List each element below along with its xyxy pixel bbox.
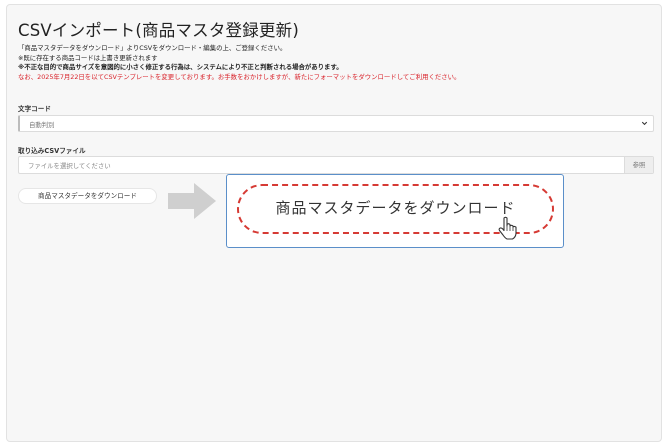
- hand-pointer-icon: [498, 216, 517, 240]
- file-label: 取り込みCSVファイル: [18, 147, 86, 155]
- download-master-button[interactable]: 商品マスタデータをダウンロード: [18, 188, 157, 204]
- chevron-down-icon: [641, 121, 648, 126]
- page-title: CSVインポート(商品マスタ登録更新): [18, 21, 299, 40]
- note-line-2: ※既に存在する商品コードは上書き更新されます: [18, 53, 158, 62]
- csv-file-input[interactable]: ファイルを選択してください 参照: [18, 156, 654, 174]
- encoding-select[interactable]: 自動判別: [18, 115, 654, 132]
- encoding-selected-value: 自動判別: [29, 121, 55, 129]
- instructions: 「商品マスタデータをダウンロード」よりCSVをダウンロード・編集の上、ご登録くだ…: [18, 44, 460, 82]
- note-line-3: ※不正な目的で商品サイズを意図的に小さく修正する行為は、システムにより不正と判断…: [18, 63, 343, 72]
- arrow-right-icon: [168, 183, 216, 219]
- encoding-label: 文字コード: [18, 105, 51, 113]
- note-line-1: 「商品マスタデータをダウンロード」よりCSVをダウンロード・編集の上、ご登録くだ…: [18, 44, 287, 52]
- note-line-4: なお、2025年7月22日を以てCSVテンプレートを変更しております。お手数をお…: [18, 72, 461, 81]
- file-placeholder: ファイルを選択してください: [28, 162, 111, 170]
- browse-button[interactable]: 参照: [624, 157, 653, 173]
